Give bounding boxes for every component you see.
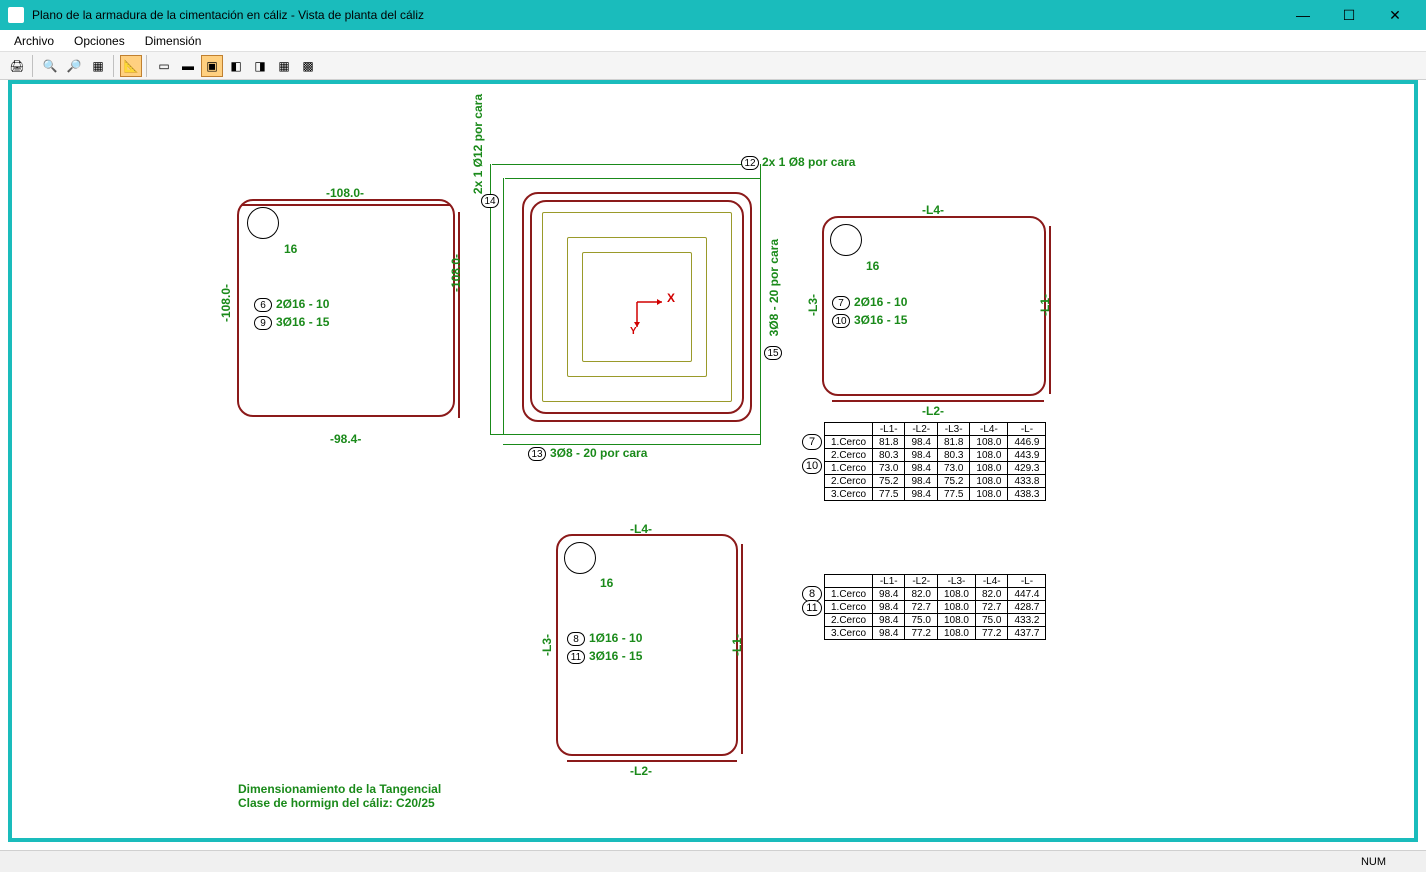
status-bar: NUM: [0, 850, 1426, 872]
diameter-circle-r: [830, 224, 862, 256]
stirrup-side-1: [458, 212, 460, 418]
tool-zoomout[interactable]: 🔎: [63, 55, 85, 77]
dim-bottom-r: -L2-: [922, 404, 944, 418]
dim-top-b: -L4-: [630, 522, 652, 536]
dimline: [503, 178, 504, 434]
dimension-table-1: -L1--L2--L3--L4--L-1.Cerco81.898.481.810…: [824, 422, 1046, 501]
toolbar-sep: [113, 55, 116, 77]
dim-left-r: -L3-: [806, 294, 820, 316]
ref-10-text: 3Ø16 - 15: [854, 313, 907, 327]
menu-opciones[interactable]: Opciones: [64, 32, 135, 50]
ref-7: 7: [832, 296, 850, 310]
ref-9-text: 3Ø16 - 15: [276, 315, 329, 329]
table1-ref-7: 7: [802, 434, 822, 450]
diam-label-b: 16: [600, 576, 613, 590]
app-icon: [8, 7, 24, 23]
tool-grid[interactable]: ▦: [87, 55, 109, 77]
table1-ref-10: 10: [802, 458, 822, 474]
footer-line-1: Dimensionamiento de la Tangencial: [238, 782, 441, 796]
stirrup-bot-r: [832, 400, 1044, 402]
ref-14-text: 2x 1 Ø12 por cara: [471, 94, 485, 194]
toolbar: 🖨 🔍 🔎 ▦ 📐 ▭ ▬ ▣ ◧ ◨ ▦ ▩: [0, 52, 1426, 80]
ref-8: 8: [567, 632, 585, 646]
dimension-table-2: -L1--L2--L3--L4--L-1.Cerco98.482.0108.08…: [824, 574, 1046, 640]
footer-note: Dimensionamiento de la Tangencial Clase …: [238, 782, 441, 810]
dimline: [760, 164, 761, 444]
ref-10: 10: [832, 314, 850, 328]
window-title: Plano de la armadura de la cimentación e…: [32, 8, 1280, 22]
tool-v8[interactable]: ▩: [297, 55, 319, 77]
tool-v3[interactable]: ▬: [177, 55, 199, 77]
title-bar: Plano de la armadura de la cimentación e…: [0, 0, 1426, 30]
tool-view1[interactable]: 📐: [120, 55, 142, 77]
dimline: [505, 178, 761, 179]
dim-bottom-b: -L2-: [630, 764, 652, 778]
diam-label-1: 16: [284, 242, 297, 256]
ref-15-text: 3Ø8 - 20 por cara: [767, 239, 781, 336]
tool-v6[interactable]: ◨: [249, 55, 271, 77]
ref-6: 6: [254, 298, 272, 312]
ref-13-text: 3Ø8 - 20 por cara: [550, 446, 647, 460]
diameter-circle-1: [247, 207, 279, 239]
origin-marker: [637, 302, 677, 345]
diam-label-r: 16: [866, 259, 879, 273]
dim-top-1: -108.0-: [326, 186, 364, 200]
minimize-button[interactable]: —: [1280, 0, 1326, 30]
ref-12: 12: [741, 156, 759, 170]
ref-11-text: 3Ø16 - 15: [589, 649, 642, 663]
ref-14: 14: [481, 194, 499, 208]
maximize-button[interactable]: ☐: [1326, 0, 1372, 30]
menu-bar: Archivo Opciones Dimensión: [0, 30, 1426, 52]
dimline: [492, 164, 748, 165]
ref-9: 9: [254, 316, 272, 330]
menu-archivo[interactable]: Archivo: [4, 32, 64, 50]
table2-ref-11: 11: [802, 600, 822, 616]
ref-11: 11: [567, 650, 585, 664]
dimline: [503, 444, 761, 445]
stirrup-inner-1a: [242, 204, 450, 422]
tool-zoom[interactable]: 🔍: [39, 55, 61, 77]
status-num: NUM: [1361, 856, 1386, 868]
axis-y-label: Y: [630, 326, 637, 337]
drawing-viewport[interactable]: 16 -108.0- -108.0- -98.4- 6 2Ø16 - 10 9 …: [8, 80, 1418, 842]
axis-x-label: X: [667, 291, 675, 305]
footer-line-2: Clase de hormign del cáliz: C20/25: [238, 796, 441, 810]
toolbar-sep: [32, 55, 35, 77]
dim-left-1: -108.0-: [219, 284, 233, 322]
dimline: [490, 434, 761, 435]
ref-13: 13: [528, 447, 546, 461]
ref-6-text: 2Ø16 - 10: [276, 297, 329, 311]
dim-left-b: -L3-: [540, 634, 554, 656]
dim-top-r: -L4-: [922, 203, 944, 217]
tool-v7[interactable]: ▦: [273, 55, 295, 77]
ref-7-text: 2Ø16 - 10: [854, 295, 907, 309]
stirrup-bot-b: [567, 760, 737, 762]
dim-right-b: -L1-: [730, 634, 744, 656]
dim-left-c: -108.0-: [449, 254, 463, 292]
menu-dimension[interactable]: Dimensión: [135, 32, 212, 50]
dim-bottom-1: -98.4-: [330, 432, 361, 446]
tool-v4[interactable]: ▣: [201, 55, 223, 77]
ref-12-text: 2x 1 Ø8 por cara: [762, 155, 855, 169]
dim-right-r: -L1-: [1038, 294, 1052, 316]
tool-v2[interactable]: ▭: [153, 55, 175, 77]
tool-v5[interactable]: ◧: [225, 55, 247, 77]
toolbar-sep: [146, 55, 149, 77]
drawing-canvas: 16 -108.0- -108.0- -98.4- 6 2Ø16 - 10 9 …: [12, 84, 1414, 838]
tool-print[interactable]: 🖨: [6, 55, 28, 77]
close-button[interactable]: ✕: [1372, 0, 1418, 30]
diameter-circle-b: [564, 542, 596, 574]
ref-15: 15: [764, 346, 782, 360]
ref-8-text: 1Ø16 - 10: [589, 631, 642, 645]
